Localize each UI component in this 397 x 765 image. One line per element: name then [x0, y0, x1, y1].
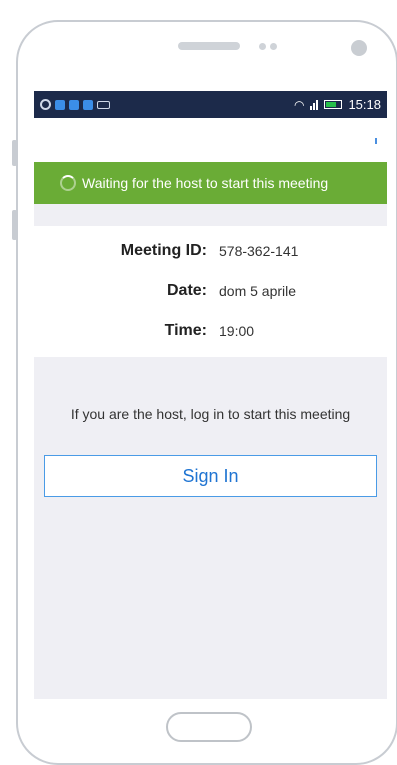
- signal-bars-icon: [310, 99, 319, 110]
- status-bar: ◠ 15:18: [34, 91, 387, 118]
- system-status: ◠ 15:18: [294, 97, 387, 112]
- meeting-id-row: Meeting ID: 578-362-141: [34, 242, 387, 266]
- sensor-dot: [259, 43, 266, 50]
- app-notification-icon: [55, 99, 65, 110]
- meeting-time-row: Time: 19:00: [34, 322, 387, 346]
- front-camera: [351, 40, 367, 56]
- app-notification-icon: [69, 99, 79, 110]
- meeting-id-label: Meeting ID:: [120, 242, 207, 259]
- meeting-date-value: dom 5 aprile: [219, 283, 297, 299]
- toolbar-indicator: [375, 138, 377, 144]
- meeting-date-label: Date:: [166, 282, 207, 299]
- waiting-banner: Waiting for the host to start this meeti…: [34, 162, 387, 204]
- power-button: [12, 210, 17, 240]
- meeting-time-label: Time:: [164, 322, 207, 339]
- meeting-info-panel: Meeting ID: 578-362-141 Date: dom 5 apri…: [34, 226, 387, 357]
- battery-icon: [324, 100, 343, 109]
- notification-icon: [40, 99, 51, 110]
- notification-icon: [97, 100, 110, 109]
- spinner-icon: [60, 175, 76, 191]
- meeting-time-value: 19:00: [219, 323, 255, 339]
- earpiece-speaker: [178, 42, 240, 50]
- meeting-date-row: Date: dom 5 aprile: [34, 282, 387, 306]
- volume-button: [12, 140, 17, 166]
- meeting-id-value: 578-362-141: [219, 243, 299, 259]
- app-toolbar: [34, 118, 387, 162]
- wifi-icon: ◠: [293, 97, 305, 112]
- waiting-banner-text: Waiting for the host to start this meeti…: [82, 175, 329, 191]
- sign-in-button[interactable]: Sign In: [44, 455, 377, 497]
- host-hint-text: If you are the host, log in to start thi…: [70, 406, 351, 422]
- status-time: 15:18: [348, 97, 381, 112]
- home-button[interactable]: [166, 712, 252, 742]
- app-notification-icon: [83, 99, 93, 110]
- notification-icons: [34, 99, 110, 110]
- section-divider: [34, 204, 387, 226]
- sensor-dot: [270, 43, 277, 50]
- phone-screen: ◠ 15:18 Waiting for the host to start th…: [34, 91, 387, 699]
